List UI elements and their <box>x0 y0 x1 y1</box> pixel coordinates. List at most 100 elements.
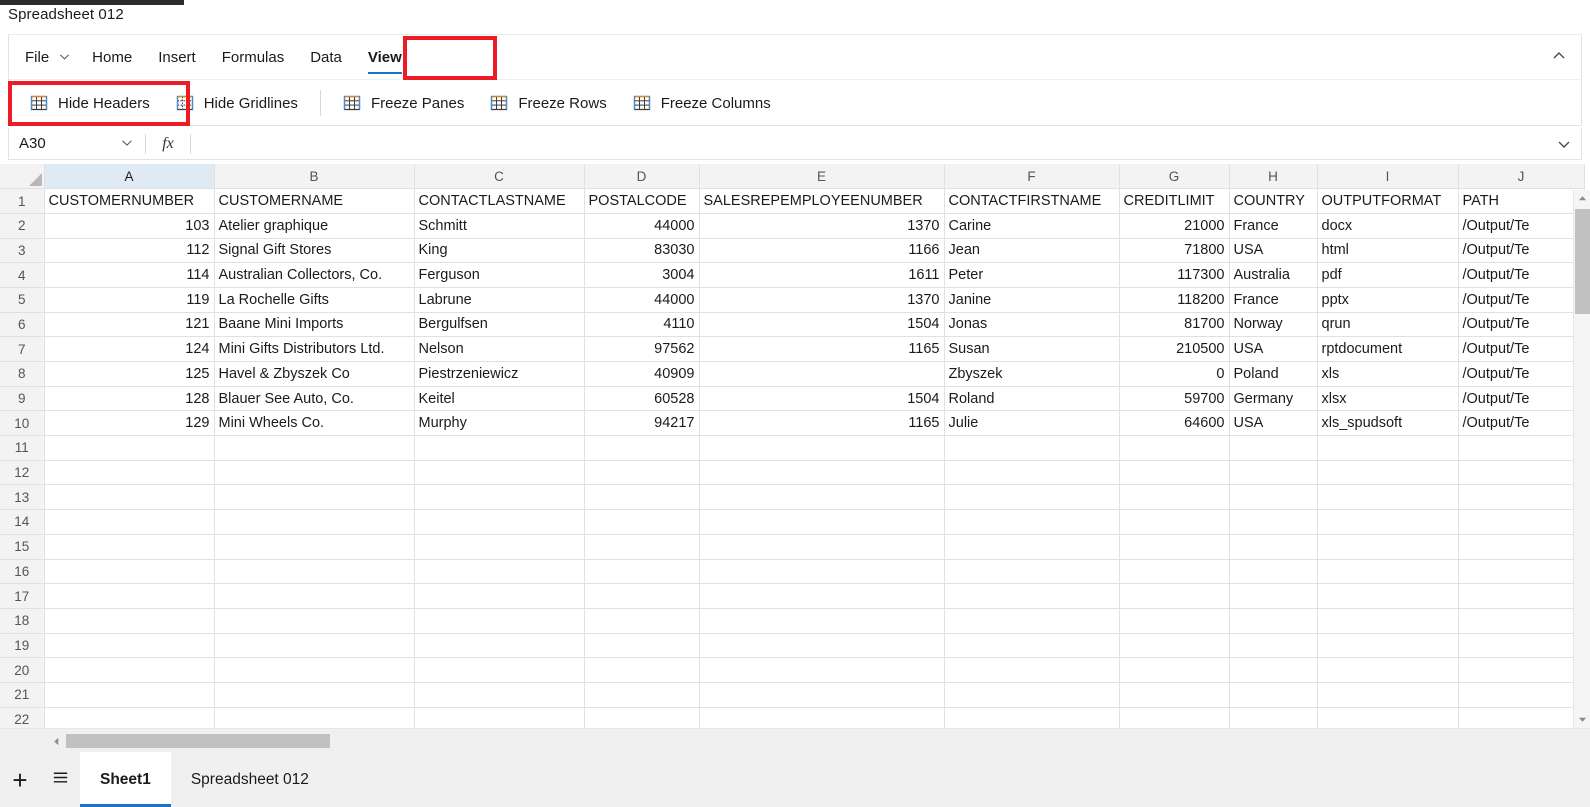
table-row[interactable]: 12 <box>0 460 1585 486</box>
grid-cell[interactable] <box>584 633 700 659</box>
grid-cell[interactable] <box>944 707 1120 728</box>
grid-cell[interactable] <box>214 484 415 511</box>
grid-cell[interactable]: Roland <box>944 386 1120 412</box>
grid-cell[interactable] <box>584 484 700 511</box>
grid-cell[interactable] <box>44 435 215 461</box>
row-header-13[interactable]: 13 <box>0 484 45 511</box>
grid-cell[interactable] <box>1458 583 1585 609</box>
tab-file[interactable]: File <box>9 35 79 79</box>
grid-cell[interactable] <box>214 509 415 535</box>
grid-cell[interactable]: Jonas <box>944 312 1120 338</box>
grid-cell[interactable] <box>44 657 215 683</box>
grid-cell[interactable] <box>584 435 700 461</box>
grid-cell[interactable]: Janine <box>944 287 1120 313</box>
column-header-E[interactable]: E <box>699 164 945 190</box>
grid-cell[interactable]: 119 <box>44 287 215 313</box>
table-row[interactable]: 13 <box>0 484 1585 511</box>
hide-gridlines-button[interactable]: Hide Gridlines <box>163 83 311 123</box>
grid-cell[interactable]: 60528 <box>584 386 700 412</box>
tab-home[interactable]: Home <box>79 35 145 79</box>
grid-cell[interactable] <box>414 583 585 609</box>
grid-cell[interactable] <box>214 435 415 461</box>
table-row[interactable]: 9 128 Blauer See Auto, Co. Keitel 60528 1504 R… <box>0 386 1585 412</box>
grid-cell[interactable]: Blauer See Auto, Co. <box>214 386 415 412</box>
row-header-2[interactable]: 2 <box>0 213 45 239</box>
chevron-down-icon[interactable] <box>1547 136 1581 152</box>
row-header-11[interactable]: 11 <box>0 435 45 461</box>
grid-cell[interactable] <box>1229 583 1318 609</box>
grid-cell[interactable]: pdf <box>1317 262 1459 288</box>
triangle-left-icon[interactable] <box>48 729 64 753</box>
grid-cell[interactable] <box>584 460 700 486</box>
grid-cell[interactable]: xlsx <box>1317 386 1459 412</box>
grid-cell[interactable] <box>699 361 945 387</box>
table-row[interactable]: 3 112 Signal Gift Stores King 83030 1166 Jean 7… <box>0 238 1585 264</box>
grid-cell[interactable] <box>1317 657 1459 683</box>
grid-cell[interactable]: /Output/Te <box>1458 312 1585 338</box>
grid-cell[interactable]: /Output/Te <box>1458 238 1585 264</box>
triangle-up-icon[interactable] <box>1574 190 1590 207</box>
row-header-22[interactable]: 22 <box>0 707 45 728</box>
grid-cell[interactable]: 21000 <box>1119 213 1230 239</box>
table-row[interactable]: 7 124 Mini Gifts Distributors Ltd. Nelson 97… <box>0 336 1585 362</box>
table-row[interactable]: 16 <box>0 559 1585 585</box>
row-header-14[interactable]: 14 <box>0 509 45 535</box>
column-header-J[interactable]: J <box>1458 164 1585 190</box>
grid-cell[interactable] <box>1317 608 1459 634</box>
tab-insert[interactable]: Insert <box>145 35 209 79</box>
grid-cell[interactable] <box>1229 608 1318 634</box>
grid-cell[interactable] <box>1458 608 1585 634</box>
name-box[interactable]: A30 <box>9 128 145 159</box>
grid-cell[interactable]: Baane Mini Imports <box>214 312 415 338</box>
row-header-20[interactable]: 20 <box>0 657 45 683</box>
freeze-columns-button[interactable]: Freeze Columns <box>620 83 784 123</box>
grid-cell[interactable]: docx <box>1317 213 1459 239</box>
grid-cell[interactable]: rptdocument <box>1317 336 1459 362</box>
spreadsheet-grid-viewport[interactable]: ABCDEFGHIJ 1 CUSTOMERNUMBER CUSTOMERNAME CO… <box>0 164 1590 728</box>
grid-cell[interactable]: 128 <box>44 386 215 412</box>
column-header-G[interactable]: G <box>1119 164 1230 190</box>
grid-cell[interactable] <box>214 682 415 708</box>
row-header-4[interactable]: 4 <box>0 262 45 288</box>
table-row[interactable]: 22 <box>0 707 1585 728</box>
grid-cell[interactable] <box>214 460 415 486</box>
row-header-16[interactable]: 16 <box>0 559 45 585</box>
grid-cell[interactable] <box>944 657 1120 683</box>
grid-cell[interactable]: 124 <box>44 336 215 362</box>
freeze-rows-button[interactable]: Freeze Rows <box>477 83 619 123</box>
table-row[interactable]: 2 103 Atelier graphique Schmitt 44000 1370 Car… <box>0 213 1585 239</box>
grid-cell[interactable] <box>1317 707 1459 728</box>
grid-cell[interactable] <box>699 509 945 535</box>
grid-cell[interactable]: 94217 <box>584 410 700 437</box>
grid-cell[interactable]: Mini Gifts Distributors Ltd. <box>214 336 415 362</box>
column-field-header[interactable]: CONTACTFIRSTNAME <box>944 188 1120 214</box>
grid-cell[interactable] <box>414 608 585 634</box>
grid-cell[interactable]: Germany <box>1229 386 1318 412</box>
grid-cell[interactable] <box>214 559 415 585</box>
table-row[interactable]: 1 CUSTOMERNUMBER CUSTOMERNAME CONTACTLASTNA… <box>0 188 1585 214</box>
hide-headers-button[interactable]: Hide Headers <box>17 83 163 123</box>
grid-cell[interactable] <box>584 509 700 535</box>
grid-cell[interactable]: Keitel <box>414 386 585 412</box>
table-row[interactable]: 15 <box>0 534 1585 560</box>
grid-cell[interactable] <box>1119 484 1230 511</box>
grid-cell[interactable] <box>1119 682 1230 708</box>
grid-cell[interactable]: USA <box>1229 238 1318 264</box>
grid-cell[interactable]: France <box>1229 213 1318 239</box>
column-field-header[interactable]: PATH <box>1458 188 1585 214</box>
column-header-H[interactable]: H <box>1229 164 1318 190</box>
grid-cell[interactable]: 112 <box>44 238 215 264</box>
grid-cell[interactable] <box>1229 559 1318 585</box>
grid-cell[interactable]: Carine <box>944 213 1120 239</box>
chevron-down-icon[interactable] <box>58 50 71 66</box>
grid-cell[interactable] <box>1317 509 1459 535</box>
grid-cell[interactable]: 3004 <box>584 262 700 288</box>
grid-cell[interactable] <box>584 534 700 560</box>
grid-cell[interactable]: 210500 <box>1119 336 1230 362</box>
grid-cell[interactable] <box>584 682 700 708</box>
grid-cell[interactable]: 117300 <box>1119 262 1230 288</box>
grid-cell[interactable] <box>1458 435 1585 461</box>
grid-cell[interactable]: html <box>1317 238 1459 264</box>
grid-cell[interactable] <box>944 484 1120 511</box>
grid-cell[interactable]: /Output/Te <box>1458 287 1585 313</box>
